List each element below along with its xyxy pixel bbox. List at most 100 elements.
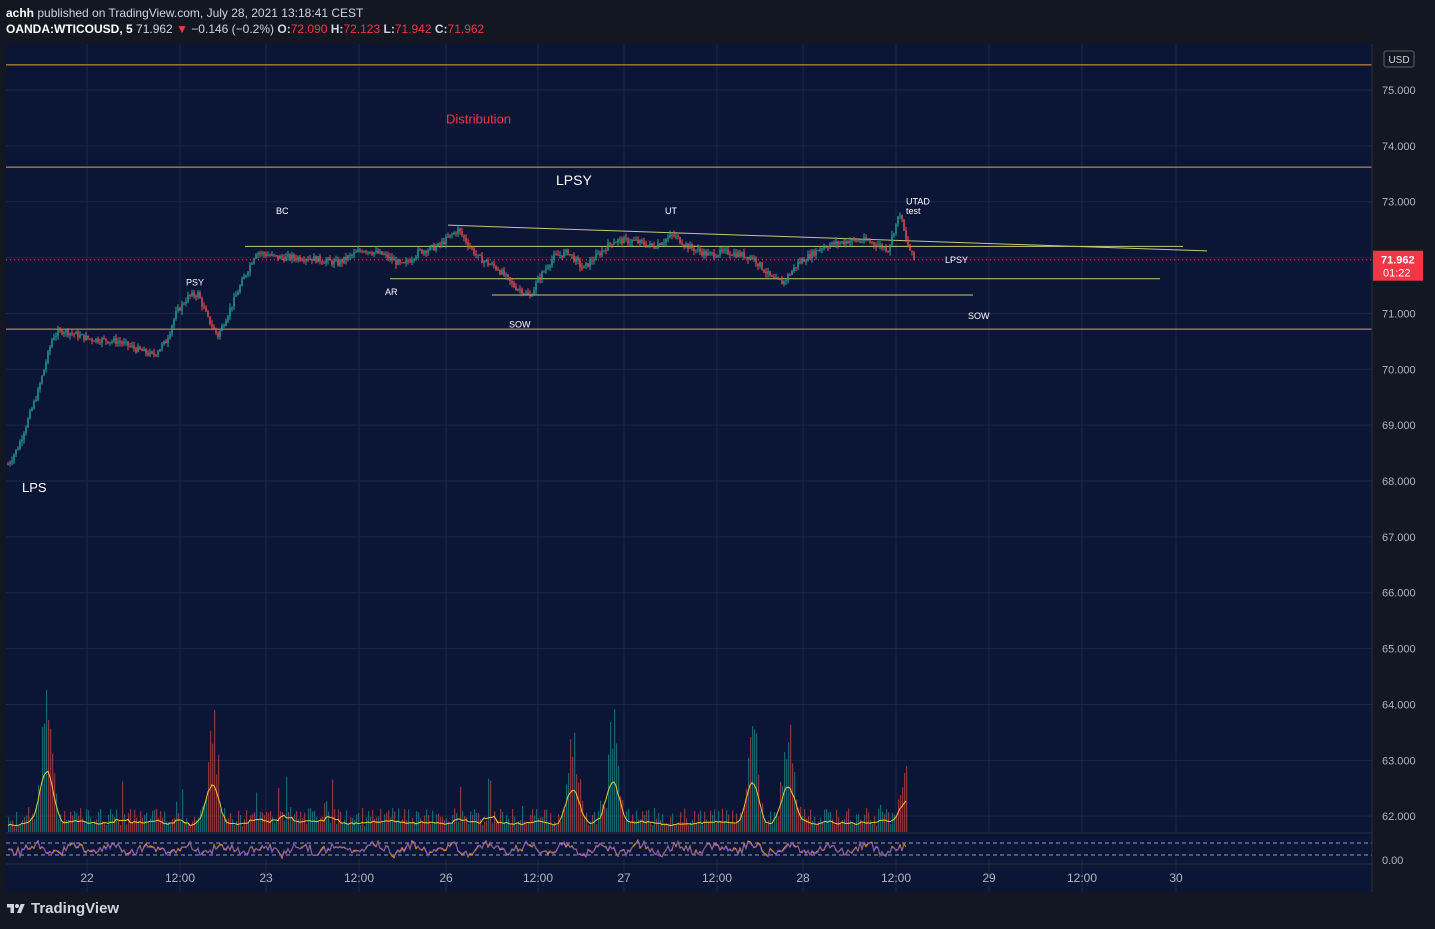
candle-body (647, 245, 649, 247)
candle-body (831, 242, 833, 245)
price-axis[interactable]: USD75.00074.00073.00072.00071.00070.0006… (1371, 44, 1435, 892)
volume-bar (890, 824, 892, 832)
volume-bar (768, 820, 770, 832)
candle-body (439, 243, 441, 245)
label-sow-left: SOW (509, 319, 531, 329)
volume-bar (92, 823, 94, 832)
volume-bar (54, 773, 56, 832)
candle-body (883, 246, 885, 249)
volume-bar (688, 825, 690, 832)
volume-bar (762, 803, 764, 832)
candle-body (869, 240, 871, 243)
volume-bar (80, 808, 82, 832)
volume-bar (192, 821, 194, 832)
volume-bar (232, 819, 234, 832)
volume-bar (670, 816, 672, 832)
candle-body (425, 251, 427, 254)
volume-bar (486, 820, 488, 832)
candle-body (907, 239, 909, 246)
candle-body (649, 243, 651, 246)
candle-body (799, 261, 801, 263)
volume-bar (536, 809, 538, 832)
candle-body (143, 348, 145, 352)
volume-bar (422, 821, 424, 832)
volume-bar (124, 814, 126, 832)
candle-body (637, 239, 639, 244)
publisher-name[interactable]: achh (6, 6, 34, 20)
volume-bar (760, 810, 762, 832)
volume-bar (790, 724, 792, 832)
candle-body (335, 259, 337, 261)
candle-body (903, 219, 905, 231)
candle-body (459, 228, 461, 232)
volume-bar (150, 818, 152, 832)
volume-bar (116, 809, 118, 832)
candle-body (643, 241, 645, 245)
candle-body (227, 316, 229, 322)
candle-body (207, 311, 209, 317)
candle-body (533, 289, 535, 296)
volume-bar (626, 811, 628, 832)
candle-body (813, 250, 815, 256)
candle-body (87, 335, 89, 339)
candle-body (239, 285, 241, 293)
candle-body (555, 254, 557, 256)
volume-bar (826, 808, 828, 832)
candle-body (585, 263, 587, 266)
tradingview-logo[interactable]: TradingView (6, 900, 119, 917)
candle-body (381, 251, 383, 255)
volume-bar (416, 811, 418, 832)
volume-bar (418, 812, 420, 832)
candle-body (167, 338, 169, 344)
volume-bar (16, 811, 18, 832)
volume-bar (344, 819, 346, 832)
volume-bar (508, 818, 510, 832)
symbol-name[interactable]: OANDA:WTICOUSD, 5 (6, 22, 133, 36)
candle-body (635, 239, 637, 241)
candle-body (479, 254, 481, 256)
candle-body (347, 255, 349, 260)
volume-bar (582, 800, 584, 832)
candle-body (287, 254, 289, 257)
candle-body (413, 259, 415, 261)
candle-body (611, 243, 613, 245)
volume-bar (24, 817, 26, 832)
candle-body (349, 255, 351, 257)
candle-body (423, 251, 425, 254)
volume-bar (900, 794, 902, 832)
candle-body (199, 292, 201, 299)
volume-bar (306, 823, 308, 832)
candle-body (615, 242, 617, 244)
candle-body (485, 260, 487, 262)
candle-body (163, 340, 165, 345)
candle-body (489, 264, 491, 266)
volume-bar (822, 822, 824, 832)
candle-body (129, 345, 131, 347)
volume-bar (384, 814, 386, 832)
candle-body (663, 242, 665, 244)
candle-body (547, 267, 549, 269)
candle-body (553, 254, 555, 260)
candle-body (395, 259, 397, 265)
candle-body (85, 335, 87, 341)
candle-body (549, 265, 551, 268)
candle-body (447, 236, 449, 238)
candle-body (729, 254, 731, 256)
candle-body (595, 253, 597, 261)
candle-body (65, 329, 67, 333)
time-tick-label: 23 (259, 871, 273, 885)
price-chart[interactable]: Distribution LPSY BC PSY AR SOW UT UTADtest LPSY… (0, 0, 1435, 929)
candle-body (325, 260, 327, 264)
volume-bar (522, 805, 524, 832)
candle-body (461, 231, 463, 236)
price-tick-label: 68.000 (1382, 476, 1416, 488)
candle-body (237, 292, 239, 296)
volume-bar (278, 787, 280, 832)
candle-body (283, 257, 285, 261)
candle-body (783, 280, 785, 285)
candle-body (805, 260, 807, 262)
volume-bar (118, 820, 120, 832)
candle-body (867, 240, 869, 242)
candle-body (763, 269, 765, 273)
candle-body (215, 328, 217, 333)
